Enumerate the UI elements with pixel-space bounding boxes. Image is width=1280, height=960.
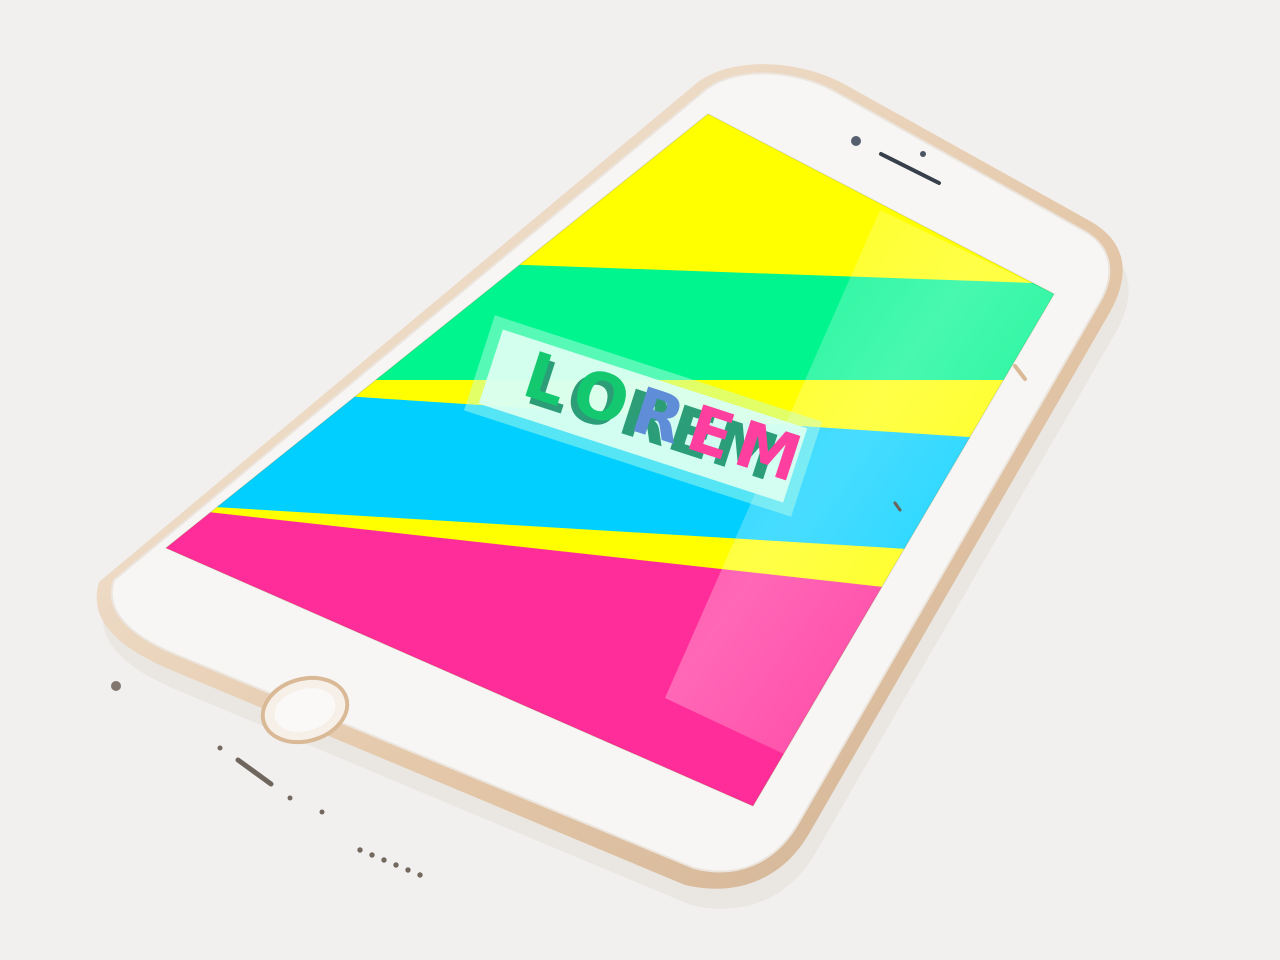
phone-mockup-illustration: LOREM L O R E M <box>96 64 1129 909</box>
lightning-port-icon <box>235 757 274 787</box>
headphone-jack-icon <box>111 681 121 691</box>
screw-icon <box>287 795 293 801</box>
front-camera-icon <box>851 136 861 146</box>
product-mockup-scene: LOREM L O R E M <box>0 0 1280 960</box>
screw-icon-2 <box>319 809 325 815</box>
proximity-sensor-icon <box>920 151 926 157</box>
speaker-grille-icon <box>357 847 423 878</box>
microphone-icon <box>217 745 223 751</box>
